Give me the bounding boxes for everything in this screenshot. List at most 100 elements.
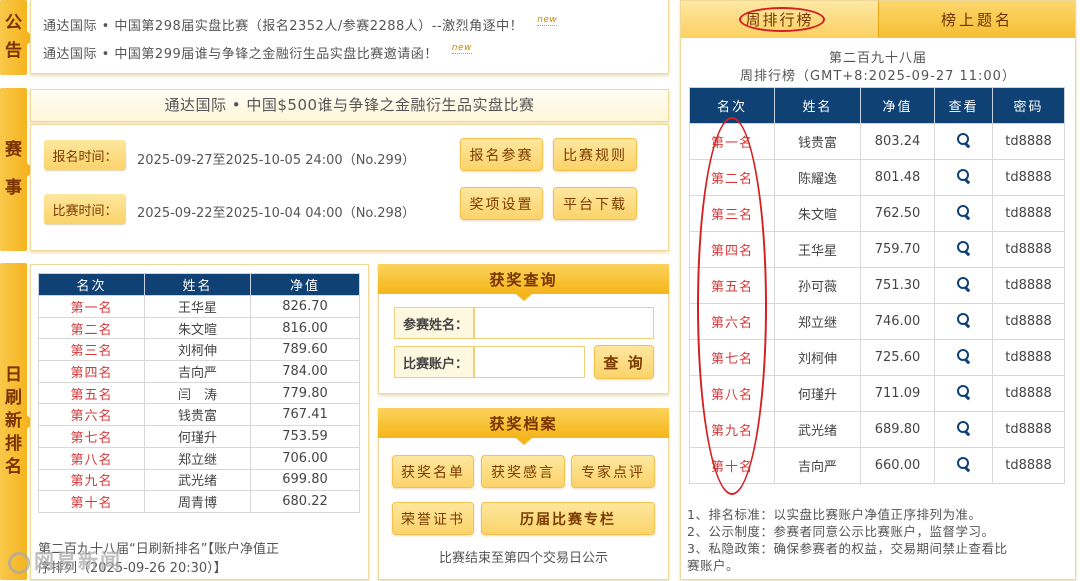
rank-cell: 第七名 (38, 425, 145, 448)
view-cell[interactable] (934, 339, 993, 376)
history-column-button[interactable]: 历届比赛专栏 (481, 502, 655, 535)
notice-link-299[interactable]: 通达国际 • 中国第299届谁与争锋之金融衍生品实盘比赛邀请函！ (43, 47, 438, 62)
value-cell: 711.09 (860, 375, 935, 412)
weekly-notes: 1、排名标准：以实盘比赛账户净值正序排列为准。 2、公示制度：参赛者同意公示比赛… (687, 506, 1072, 574)
name-cell: 朱文暄 (774, 195, 861, 232)
view-cell[interactable] (934, 375, 993, 412)
value-cell: 803.24 (860, 123, 935, 160)
weekly-heading-2: 周排行榜（GMT+8:2025-09-27 11:00） (740, 69, 1016, 84)
rank-cell: 第八名 (38, 446, 145, 470)
rank-cell: 第三名 (38, 338, 145, 362)
winners-list-button[interactable]: 获奖名单 (392, 455, 474, 488)
contest-title-bar: 通达国际 • 中国$500谁与争锋之金融衍生品实盘比赛 (30, 89, 669, 122)
match-time-label: 比赛时间： (44, 194, 126, 224)
table-row: 第八名 郑立继 706.00 (38, 446, 360, 470)
new-badge: new (451, 43, 472, 54)
table-row: 第二名 朱文暄 816.00 (38, 316, 360, 340)
signup-time-value: 2025-09-27至2025-10-05 24:00（No.299） (137, 153, 416, 168)
note-line: 1、排名标准：以实盘比赛账户净值正序排列为准。 (687, 507, 982, 522)
value-cell: 725.60 (860, 339, 935, 376)
password-cell: td8888 (992, 123, 1065, 160)
search-icon[interactable] (957, 313, 970, 326)
contest-tab-label: 赛 事 (5, 140, 22, 198)
name-cell: 周青博 (144, 490, 251, 513)
view-cell[interactable] (934, 231, 993, 268)
password-cell: td8888 (992, 303, 1065, 340)
daily-tab-label: 日 刷 新 排 名 (5, 365, 22, 477)
value-cell: 784.00 (250, 360, 360, 383)
table-row: 第四名 吉向严 784.00 (38, 360, 360, 383)
download-button[interactable]: 平台下载 (553, 187, 637, 220)
view-cell[interactable] (934, 411, 993, 448)
daily-ranking-tab: 日 刷 新 排 名 (0, 263, 34, 580)
name-cell: 闫 涛 (144, 381, 251, 405)
password-cell: td8888 (992, 195, 1065, 232)
value-cell: 759.70 (860, 231, 935, 268)
col-name: 姓名 (144, 273, 251, 296)
signup-time-label: 报名时间： (44, 140, 126, 170)
name-cell: 钱贵富 (144, 403, 251, 427)
match-time-value: 2025-09-22至2025-10-04 04:00（No.298） (137, 206, 416, 221)
value-cell: 660.00 (860, 447, 935, 484)
password-cell: td8888 (992, 411, 1065, 448)
query-button[interactable]: 查 询 (594, 345, 654, 379)
notice-item-298[interactable]: 通达国际 • 中国第298届实盘比赛（报名2352人/参赛2288人）--激烈角… (43, 15, 558, 34)
password-cell: td8888 (992, 375, 1065, 412)
account-input[interactable] (474, 346, 585, 378)
note-line: 赛账户。 (687, 558, 740, 573)
password-cell: td8888 (992, 267, 1065, 304)
name-cell: 陈耀逸 (774, 159, 861, 196)
weekly-heading-1: 第二百九十八届 (828, 51, 927, 66)
search-icon[interactable] (957, 241, 970, 254)
rules-button[interactable]: 比赛规则 (553, 138, 637, 171)
table-row: 第七名 何瑾升 753.59 (38, 425, 360, 448)
rank-cell: 第九名 (38, 468, 145, 492)
notice-tab-label: 公 告 (5, 13, 22, 61)
table-row: 第一名 王华星 826.70 (38, 295, 360, 318)
rank-cell: 第十名 (38, 490, 145, 513)
name-cell: 何瑾升 (774, 375, 861, 412)
view-cell[interactable] (934, 303, 993, 340)
winner-speeches-button[interactable]: 获奖感言 (481, 455, 565, 488)
search-icon[interactable] (957, 421, 970, 434)
annotation-ellipse-tab (739, 7, 825, 32)
col-rank: 名次 (38, 273, 145, 296)
notice-panel (30, 0, 669, 74)
value-cell: 746.00 (860, 303, 935, 340)
expert-reviews-button[interactable]: 专家点评 (571, 455, 655, 488)
view-cell[interactable] (934, 447, 993, 484)
name-cell: 武光绪 (144, 468, 251, 492)
search-icon[interactable] (957, 349, 970, 362)
value-cell: 762.50 (860, 195, 935, 232)
col-name: 姓名 (774, 87, 861, 124)
table-row: 第六名 钱贵富 767.41 (38, 403, 360, 427)
view-cell[interactable] (934, 159, 993, 196)
certificate-button[interactable]: 荣誉证书 (392, 502, 474, 535)
search-icon[interactable] (957, 385, 970, 398)
value-cell: 699.80 (250, 468, 360, 492)
search-icon[interactable] (957, 205, 970, 218)
view-cell[interactable] (934, 123, 993, 160)
tab-honor-list[interactable]: 榜上题名 (878, 1, 1075, 38)
view-cell[interactable] (934, 267, 993, 304)
watermark-text: 网易新闻 (34, 549, 122, 573)
search-icon[interactable] (957, 169, 970, 182)
search-icon[interactable] (957, 133, 970, 146)
value-cell: 706.00 (250, 446, 360, 470)
prize-query-header: 获奖查询 (378, 264, 669, 301)
search-icon[interactable] (957, 277, 970, 290)
value-cell: 753.59 (250, 425, 360, 448)
signup-button[interactable]: 报名参赛 (460, 138, 543, 171)
col-value: 净值 (860, 87, 935, 124)
prizes-button[interactable]: 奖项设置 (460, 187, 543, 220)
value-cell: 789.60 (250, 338, 360, 362)
name-cell: 吉向严 (144, 360, 251, 383)
table-row: 第五名闫 涛 779.80 (38, 381, 360, 405)
search-icon[interactable] (957, 457, 970, 470)
name-cell: 郑立继 (144, 446, 251, 470)
account-label: 比赛账户： (394, 346, 474, 378)
notice-link-298[interactable]: 通达国际 • 中国第298届实盘比赛（报名2352人/参赛2288人）--激烈角… (43, 19, 523, 34)
notice-item-299[interactable]: 通达国际 • 中国第299届谁与争锋之金融衍生品实盘比赛邀请函！ new (43, 43, 472, 62)
participant-name-input[interactable] (474, 307, 654, 339)
view-cell[interactable] (934, 195, 993, 232)
